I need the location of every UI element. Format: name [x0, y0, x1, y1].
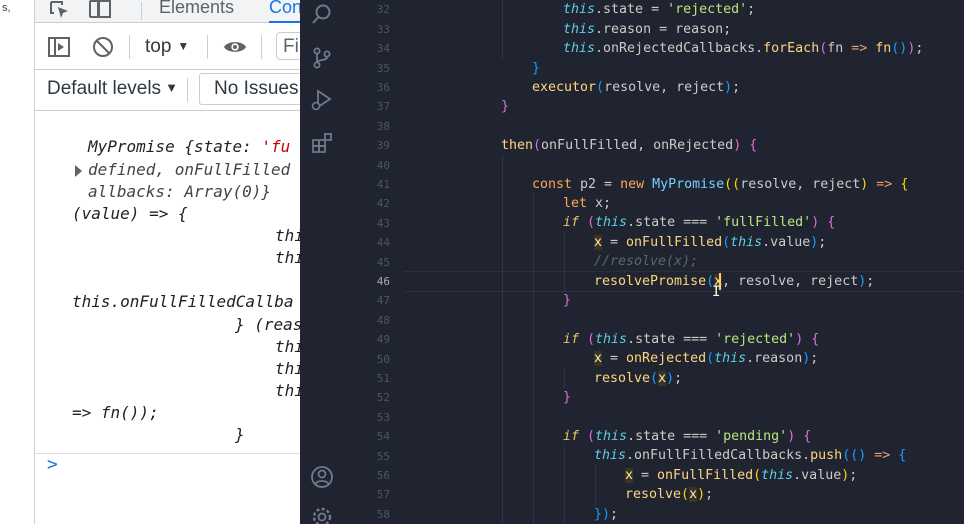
code-line-41: const p2 = new MyPromise((resolve, rejec…: [532, 177, 909, 192]
console-line: (value) => {: [72, 204, 188, 223]
code-editor[interactable]: 32 33 34 35 36 37 38 39 40 41 42 43 44 4…: [344, 0, 964, 524]
settings-gear-icon[interactable]: [307, 502, 337, 524]
code-line-34: this.onRejectedCallbacks.forEach(fn => f…: [563, 41, 924, 56]
source-control-icon[interactable]: [307, 43, 337, 73]
code-line-33: this.reason = reason;: [563, 22, 732, 37]
code-line-50: x = onRejected(this.reason);: [594, 351, 819, 366]
toolbar-separator: [207, 35, 208, 59]
clear-console-icon[interactable]: [91, 35, 115, 59]
code-line-39: then(onFullFilled, onRejected) {: [501, 138, 758, 153]
console-line: }: [235, 425, 245, 444]
prompt-chevron-icon: >: [47, 454, 58, 475]
levels-separator: [187, 78, 188, 102]
code-line-47: }: [563, 293, 572, 308]
code-line-32: this.state = 'rejected';: [563, 2, 756, 17]
console-line: MyPromise {state: 'fu: [88, 137, 291, 156]
code-line-56: x = onFullFilled(this.value);: [625, 468, 858, 483]
page-text-fragment: s,: [2, 2, 11, 14]
console-line: } (reas: [235, 315, 300, 334]
device-toolbar-icon[interactable]: [87, 0, 113, 20]
code-line-55: this.onFullFilledCallbacks.push(() => {: [594, 448, 907, 463]
toolbar-separator: [261, 35, 262, 59]
console-line: defined, onFullFilled: [88, 160, 291, 179]
default-levels-dropdown[interactable]: Default levels ▼: [47, 78, 178, 100]
console-line: => fn());: [72, 403, 159, 422]
tab-elements[interactable]: Elements: [159, 0, 234, 18]
live-expression-eye-icon[interactable]: [223, 35, 247, 59]
default-levels-label: Default levels: [47, 78, 162, 99]
run-debug-icon[interactable]: [307, 85, 337, 115]
no-issues-button[interactable]: No Issues: [199, 73, 300, 105]
console-filter-input[interactable]: Fil: [276, 32, 300, 60]
devtools-tab-bar: Elements Con: [35, 0, 300, 23]
account-icon[interactable]: [307, 462, 337, 492]
tab-divider: [141, 2, 142, 20]
code-line-45: //resolve(x);: [594, 254, 699, 269]
console-line: thi: [275, 337, 300, 356]
caret-down-icon: ▼: [177, 39, 190, 53]
code-line-49: if (this.state === 'rejected') {: [563, 332, 820, 347]
console-line: allbacks: Array(0)}: [88, 182, 272, 201]
console-output: MyPromise {state: 'fu defined, onFullFil…: [35, 111, 300, 454]
code-line-51: resolve(x);: [594, 371, 683, 386]
code-line-58: });: [594, 507, 619, 522]
code-line-46: resolvePromise(x, resolve, reject);: [594, 274, 875, 289]
context-selector-label: top: [145, 36, 172, 57]
code-line-42: let x;: [563, 196, 612, 211]
mouse-ibeam-icon: I: [712, 284, 721, 300]
code-line-54: if (this.state === 'pending') {: [563, 429, 812, 444]
search-icon[interactable]: [307, 0, 337, 30]
console-line: thi: [275, 226, 300, 245]
toolbar-separator: [129, 35, 130, 59]
expand-triangle-icon[interactable]: [75, 165, 82, 177]
code-line-52: }: [563, 390, 572, 405]
sidebar-toggle-icon[interactable]: [47, 35, 71, 59]
code-lines: this.state = 'rejected'; this.reason = r…: [344, 0, 964, 524]
devtools-panel: Elements Con top▼ Fil Default levels▼: [35, 0, 300, 524]
code-line-35: }: [532, 61, 541, 76]
caret-down-icon: ▼: [165, 80, 178, 95]
screen: s, Elements Con top ▼ Fi Default levels …: [0, 0, 964, 524]
inspect-element-icon[interactable]: [47, 0, 73, 20]
vscode-window: 32 33 34 35 36 37 38 39 40 41 42 43 44 4…: [300, 0, 964, 524]
console-line: thi: [275, 359, 300, 378]
page-strip: s,: [0, 0, 35, 524]
context-selector[interactable]: top ▼: [145, 36, 189, 58]
tab-console[interactable]: Con: [269, 0, 300, 23]
console-toolbar: top ▼ Fil: [35, 23, 300, 70]
console-prompt[interactable]: >: [35, 454, 300, 524]
code-line-37: }: [501, 99, 510, 114]
console-line: thi: [275, 381, 300, 400]
code-line-44: x = onFullFilled(this.value);: [594, 235, 827, 250]
console-line: this.onFullFilledCallba: [72, 292, 294, 311]
code-line-36: executor(resolve, reject);: [532, 80, 741, 95]
levels-bar: Default levels ▼ No Issues: [35, 70, 300, 111]
console-line: thi: [275, 248, 300, 267]
code-line-43: if (this.state === 'fullFilled') {: [563, 215, 836, 230]
code-line-57: resolve(x);: [625, 487, 714, 502]
activity-bar: [300, 0, 344, 524]
extensions-icon[interactable]: [307, 128, 337, 158]
